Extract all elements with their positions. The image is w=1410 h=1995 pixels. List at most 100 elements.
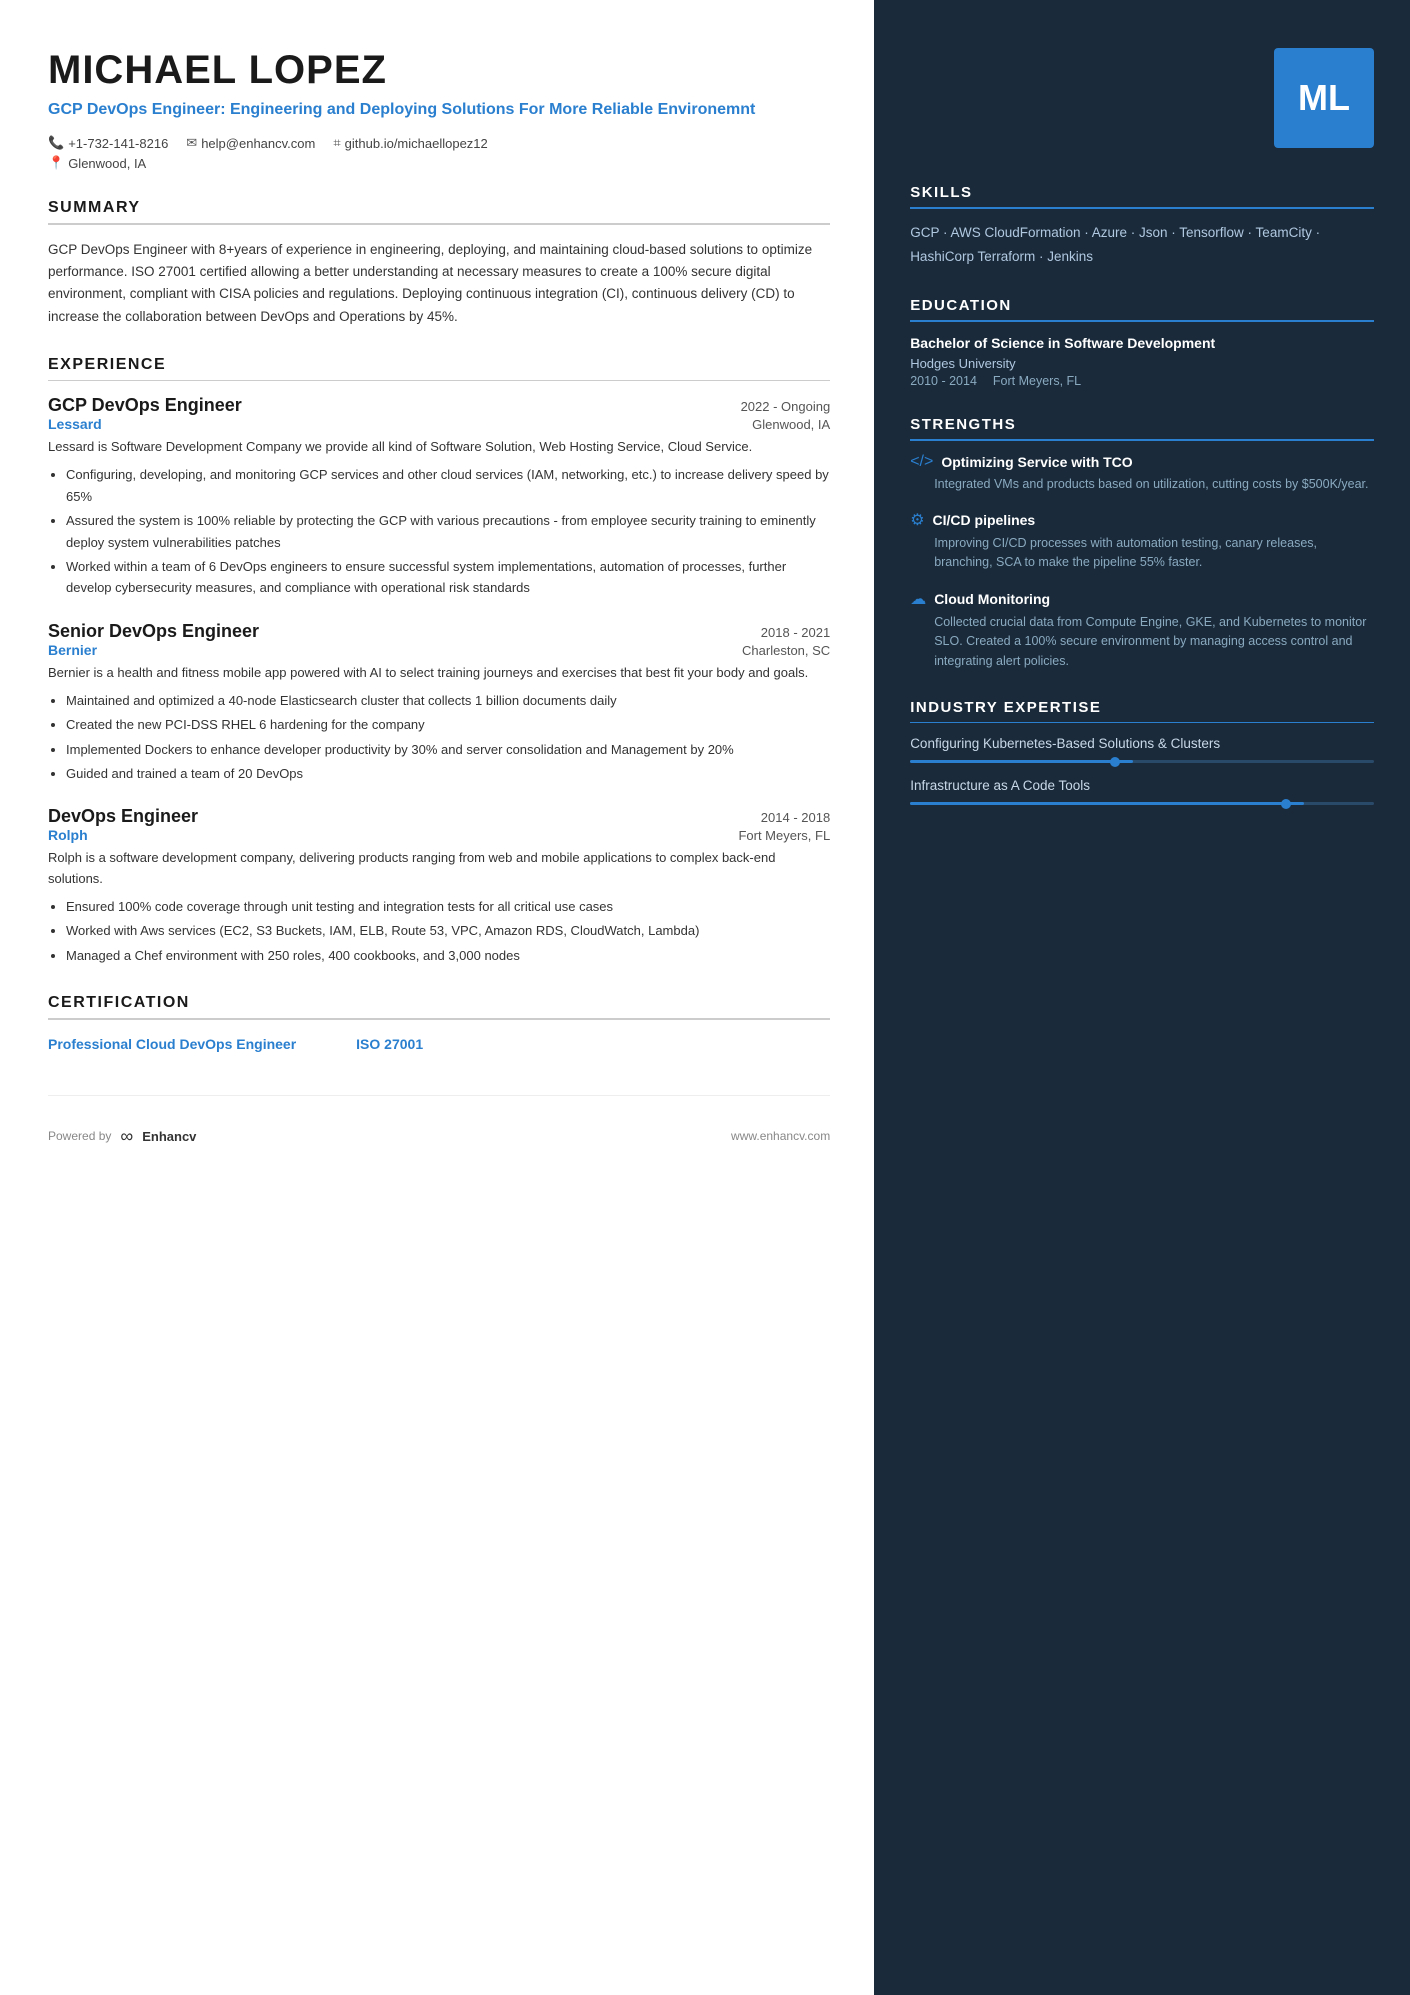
strength-header-2: ⚙ CI/CD pipelines [910, 510, 1374, 530]
exp-dates-1: 2022 - Ongoing [741, 399, 831, 414]
summary-divider [48, 223, 830, 225]
github-value: github.io/michaellopez12 [345, 136, 488, 151]
experience-title: EXPERIENCE [48, 356, 830, 374]
avatar: ML [1274, 48, 1374, 148]
exp-sub-1: Lessard Glenwood, IA [48, 416, 830, 432]
exp-header-2: Senior DevOps Engineer 2018 - 2021 [48, 621, 830, 642]
summary-text: GCP DevOps Engineer with 8+years of expe… [48, 239, 830, 328]
experience-section: EXPERIENCE GCP DevOps Engineer 2022 - On… [48, 356, 830, 966]
exp-header-3: DevOps Engineer 2014 - 2018 [48, 806, 830, 827]
expertise-bar-fill-2 [910, 802, 1304, 805]
exp-bullets-2: Maintained and optimized a 40-node Elast… [48, 690, 830, 785]
header: MICHAEL LOPEZ GCP DevOps Engineer: Engin… [48, 48, 830, 171]
strength-header-1: </> Optimizing Service with TCO [910, 453, 1374, 471]
candidate-name: MICHAEL LOPEZ [48, 48, 830, 93]
exp-desc-3: Rolph is a software development company,… [48, 848, 830, 890]
phone-icon: 📞 [48, 135, 64, 151]
bullet-3-2: Worked with Aws services (EC2, S3 Bucket… [66, 920, 830, 941]
strength-item-1: </> Optimizing Service with TCO Integrat… [910, 453, 1374, 494]
exp-location-3: Fort Meyers, FL [738, 828, 830, 843]
avatar-initials: ML [1298, 77, 1350, 119]
certification-divider [48, 1018, 830, 1020]
location-value: Glenwood, IA [68, 156, 146, 171]
expertise-bar-bg-2 [910, 802, 1374, 805]
powered-by-label: Powered by [48, 1129, 111, 1143]
cert-row: Professional Cloud DevOps Engineer ISO 2… [48, 1034, 830, 1055]
expertise-item-1: Configuring Kubernetes-Based Solutions &… [910, 735, 1374, 763]
email-icon: ✉ [186, 135, 197, 151]
exp-dates-2: 2018 - 2021 [761, 625, 830, 640]
exp-desc-2: Bernier is a health and fitness mobile a… [48, 663, 830, 684]
exp-bullets-3: Ensured 100% code coverage through unit … [48, 896, 830, 966]
edu-school: Hodges University [910, 356, 1374, 371]
exp-title-1: GCP DevOps Engineer [48, 395, 242, 416]
education-divider [910, 320, 1374, 322]
edu-meta: 2010 - 2014 Fort Meyers, FL [910, 374, 1374, 388]
bullet-1-2: Assured the system is 100% reliable by p… [66, 510, 830, 553]
skills-title: SKILLS [910, 184, 1374, 201]
strength-header-3: ☁ Cloud Monitoring [910, 589, 1374, 609]
left-column: MICHAEL LOPEZ GCP DevOps Engineer: Engin… [0, 0, 874, 1995]
expertise-title: INDUSTRY EXPERTISE [910, 699, 1374, 716]
phone-contact: 📞 +1-732-141-8216 [48, 135, 168, 151]
bullet-3-1: Ensured 100% code coverage through unit … [66, 896, 830, 917]
exp-desc-1: Lessard is Software Development Company … [48, 437, 830, 458]
bullet-2-4: Guided and trained a team of 20 DevOps [66, 763, 830, 784]
resume-wrapper: MICHAEL LOPEZ GCP DevOps Engineer: Engin… [0, 0, 1410, 1995]
strength-desc-2: Improving CI/CD processes with automatio… [910, 534, 1374, 573]
strengths-section: STRENGTHS </> Optimizing Service with TC… [910, 416, 1374, 671]
exp-company-2: Bernier [48, 642, 97, 658]
exp-sub-3: Rolph Fort Meyers, FL [48, 827, 830, 843]
strength-item-2: ⚙ CI/CD pipelines Improving CI/CD proces… [910, 510, 1374, 573]
exp-title-3: DevOps Engineer [48, 806, 198, 827]
skills-section: SKILLS GCP · AWS CloudFormation · Azure … [910, 184, 1374, 269]
expertise-name-2: Infrastructure as A Code Tools [910, 777, 1374, 796]
edu-years: 2010 - 2014 [910, 374, 977, 388]
edu-location: Fort Meyers, FL [993, 374, 1081, 388]
expertise-dot-1 [1110, 757, 1120, 767]
cert-item-2: ISO 27001 [356, 1034, 423, 1055]
skills-divider [910, 207, 1374, 209]
bullet-1-3: Worked within a team of 6 DevOps enginee… [66, 556, 830, 599]
certification-title: CERTIFICATION [48, 994, 830, 1012]
strength-name-2: CI/CD pipelines [933, 512, 1036, 528]
strength-desc-1: Integrated VMs and products based on uti… [910, 475, 1374, 494]
summary-section: SUMMARY GCP DevOps Engineer with 8+years… [48, 199, 830, 328]
right-column: ML SKILLS GCP · AWS CloudFormation · Azu… [874, 0, 1410, 1995]
location-row: 📍 Glenwood, IA [48, 155, 830, 171]
footer-left: Powered by ∞ Enhancv [48, 1126, 196, 1147]
bullet-2-2: Created the new PCI-DSS RHEL 6 hardening… [66, 714, 830, 735]
footer-website: www.enhancv.com [731, 1129, 830, 1143]
github-icon: ⌗ [333, 135, 340, 151]
brand-name: Enhancv [142, 1129, 196, 1144]
email-contact: ✉ help@enhancv.com [186, 135, 315, 151]
phone-value: +1-732-141-8216 [68, 136, 168, 151]
expertise-dot-2 [1281, 799, 1291, 809]
exp-block-2: Senior DevOps Engineer 2018 - 2021 Berni… [48, 621, 830, 785]
bullet-3-3: Managed a Chef environment with 250 role… [66, 945, 830, 966]
summary-title: SUMMARY [48, 199, 830, 217]
resume-body: MICHAEL LOPEZ GCP DevOps Engineer: Engin… [0, 0, 1410, 1995]
gear-icon: ⚙ [910, 510, 924, 530]
certification-section: CERTIFICATION Professional Cloud DevOps … [48, 994, 830, 1055]
resume-main: MICHAEL LOPEZ GCP DevOps Engineer: Engin… [0, 0, 1410, 1995]
education-title: EDUCATION [910, 297, 1374, 314]
exp-header-1: GCP DevOps Engineer 2022 - Ongoing [48, 395, 830, 416]
exp-company-1: Lessard [48, 416, 102, 432]
exp-block-1: GCP DevOps Engineer 2022 - Ongoing Lessa… [48, 395, 830, 598]
expertise-section: INDUSTRY EXPERTISE Configuring Kubernete… [910, 699, 1374, 805]
experience-divider [48, 380, 830, 382]
exp-location-2: Charleston, SC [742, 643, 830, 658]
strength-name-3: Cloud Monitoring [934, 591, 1050, 607]
bullet-2-1: Maintained and optimized a 40-node Elast… [66, 690, 830, 711]
strengths-divider [910, 439, 1374, 441]
exp-block-3: DevOps Engineer 2014 - 2018 Rolph Fort M… [48, 806, 830, 966]
code-icon: </> [910, 453, 933, 471]
footer: Powered by ∞ Enhancv www.enhancv.com [48, 1095, 830, 1147]
expertise-bar-bg-1 [910, 760, 1374, 763]
github-contact: ⌗ github.io/michaellopez12 [333, 135, 487, 151]
cloud-icon: ☁ [910, 589, 926, 609]
skills-text: GCP · AWS CloudFormation · Azure · Json … [910, 221, 1374, 270]
email-value: help@enhancv.com [201, 136, 315, 151]
candidate-title: GCP DevOps Engineer: Engineering and Dep… [48, 99, 830, 121]
